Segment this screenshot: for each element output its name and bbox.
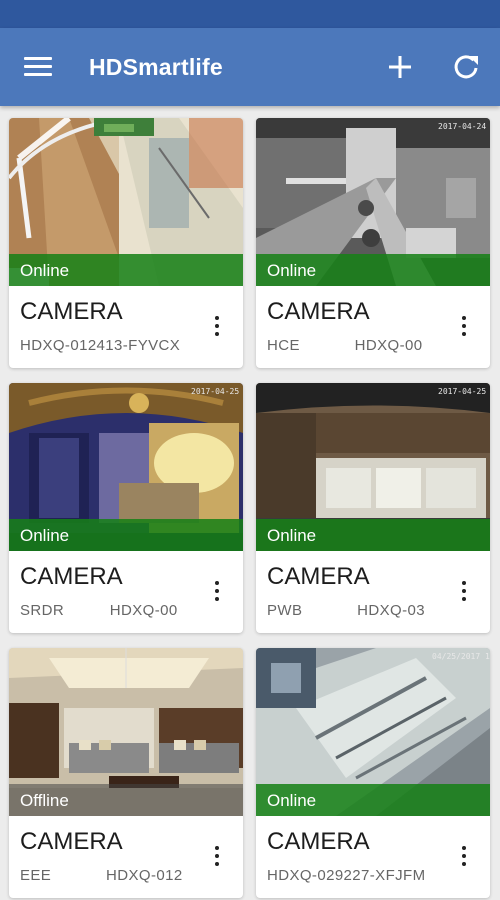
status-label: Offline (20, 791, 69, 810)
more-options-icon[interactable] (209, 577, 225, 605)
more-options-icon[interactable] (209, 312, 225, 340)
camera-card[interactable]: Offline CAMERA EEE HDXQ-012 (9, 648, 243, 898)
camera-timestamp: 2017-04-25 00 (438, 387, 490, 396)
more-options-icon[interactable] (209, 842, 225, 870)
status-label: Online (20, 526, 70, 545)
camera-timestamp: 2017-04-25 00 (191, 387, 243, 396)
hamburger-menu-icon[interactable] (24, 56, 52, 78)
camera-title: CAMERA (20, 563, 123, 590)
status-label: Online (267, 791, 317, 810)
camera-id: HDXQ-029227-XFJFM (267, 867, 426, 884)
camera-title: CAMERA (267, 563, 370, 590)
camera-card[interactable]: 2017-04-25 00 Online CAMERA PWB HDXQ-03 (256, 383, 490, 633)
status-label: Online (267, 261, 317, 280)
more-options-icon[interactable] (456, 577, 472, 605)
camera-card[interactable]: Online CAMERA HDXQ-012413-FYVCX (9, 118, 243, 368)
camera-id: PWB HDXQ-03 (267, 602, 425, 619)
system-status-bar (0, 0, 500, 28)
status-label: Online (20, 261, 70, 280)
camera-title: CAMERA (267, 828, 370, 855)
plus-icon[interactable] (386, 53, 414, 81)
camera-card[interactable]: 2017-04-24 23 Online CAMERA HCE HDXQ-00 (256, 118, 490, 368)
refresh-icon[interactable] (452, 53, 480, 81)
more-options-icon[interactable] (456, 842, 472, 870)
more-options-icon[interactable] (456, 312, 472, 340)
camera-id: EEE HDXQ-012 (20, 867, 183, 884)
camera-timestamp: 04/25/2017 10: (432, 652, 490, 661)
camera-card[interactable]: 2017-04-25 00 Online CAMERA SRDR HDXQ-00 (9, 383, 243, 633)
app-bar: HDSmartlife (0, 28, 500, 106)
app-title: HDSmartlife (89, 54, 223, 80)
status-label: Online (267, 526, 317, 545)
camera-timestamp: 2017-04-24 23 (438, 122, 490, 131)
camera-title: CAMERA (267, 298, 370, 325)
camera-title: CAMERA (20, 828, 123, 855)
camera-id: HCE HDXQ-00 (267, 337, 423, 354)
camera-id: HDXQ-012413-FYVCX (20, 337, 181, 354)
camera-id: SRDR HDXQ-00 (20, 602, 178, 619)
camera-card[interactable]: 04/25/2017 10: Online CAMERA HDXQ-029227… (256, 648, 490, 898)
camera-title: CAMERA (20, 298, 123, 325)
